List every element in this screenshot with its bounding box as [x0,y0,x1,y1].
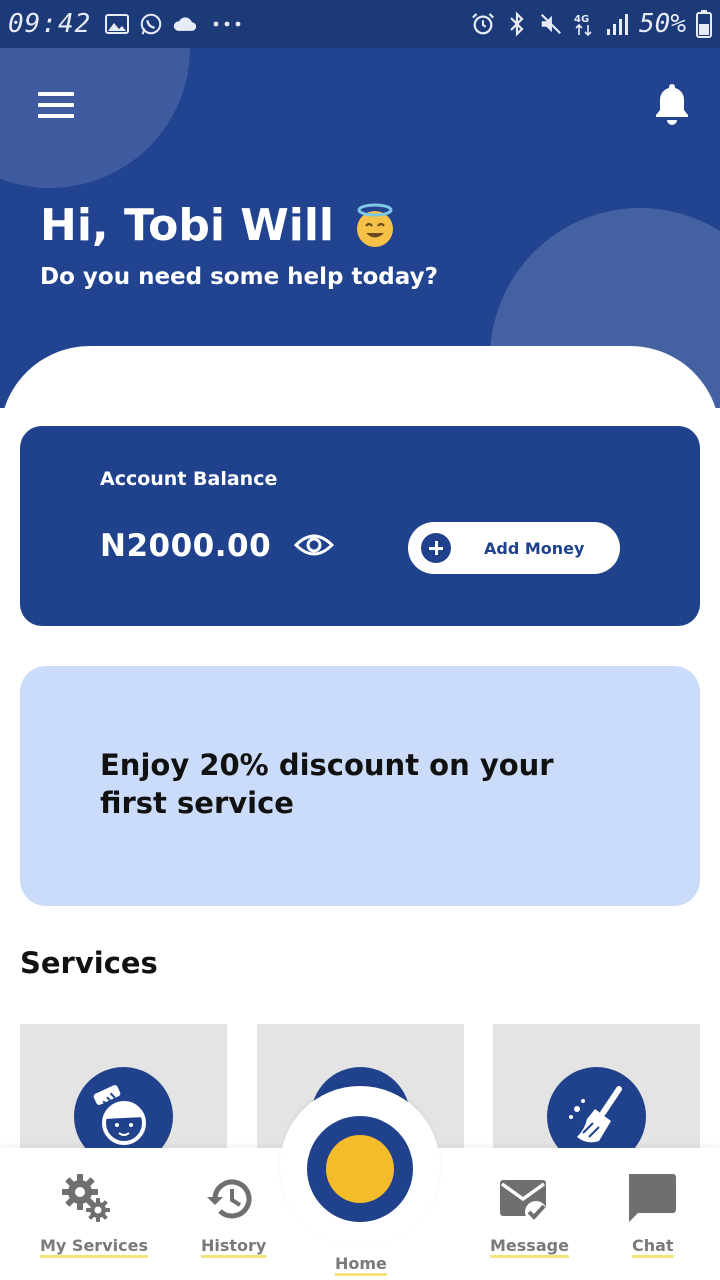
status-time: 09:42 [8,9,92,39]
gallery-icon [105,12,130,36]
history-icon [207,1179,252,1219]
nav-label: Chat [632,1236,674,1255]
nav-label: Message [490,1236,569,1255]
home-icon[interactable] [307,1116,413,1222]
nav-my-services[interactable]: My Services [0,1148,175,1280]
nav-label: My Services [40,1236,148,1255]
services-title: Services [20,946,158,980]
battery-icon [696,10,712,38]
hamburger-menu-icon[interactable] [38,92,74,118]
nav-label: Home [335,1254,387,1273]
add-money-button[interactable]: Add Money [408,522,620,574]
more-dots-icon [207,12,247,36]
plus-icon [421,533,451,563]
balance-label: Account Balance [100,468,278,490]
mute-icon [539,12,563,36]
balance-amount: N2000.00 [100,528,272,564]
nav-label: History [201,1236,267,1255]
mail-check-icon [500,1180,547,1223]
add-money-label: Add Money [484,538,585,558]
promo-banner[interactable]: Enjoy 20% discount on your first service [20,666,700,906]
home-button-center [326,1135,394,1203]
nav-message[interactable]: Message [470,1148,580,1280]
alarm-icon [471,12,495,36]
signal-icon [605,12,629,36]
service-tile-cleaning[interactable] [493,1024,700,1164]
bluetooth-icon [505,11,529,37]
nav-history[interactable]: History [175,1148,285,1280]
battery-percent: 50% [639,9,686,39]
promo-text: Enjoy 20% discount on your first service [100,748,554,820]
cloud-icon [173,12,197,36]
decorative-circle [0,48,190,188]
balance-card: Account Balance N2000.00 Add Money [20,426,700,626]
smiling-halo-emoji-icon [357,203,394,247]
network-4g-icon: 4G [573,12,595,37]
greeting: Hi, Tobi Will [40,200,398,251]
svg-text:4G: 4G [574,14,589,25]
greeting-text: Hi, Tobi Will [40,200,335,251]
bell-icon[interactable] [652,82,692,126]
whatsapp-icon [139,12,163,36]
gears-icon [62,1174,110,1222]
service-tile-hair[interactable] [20,1024,227,1164]
status-bar: 09:42 4G 50% [0,0,720,48]
subtitle: Do you need some help today? [40,264,438,290]
eye-icon[interactable] [293,530,335,560]
chat-bubble-icon [629,1174,676,1222]
nav-chat[interactable]: Chat [600,1148,710,1280]
